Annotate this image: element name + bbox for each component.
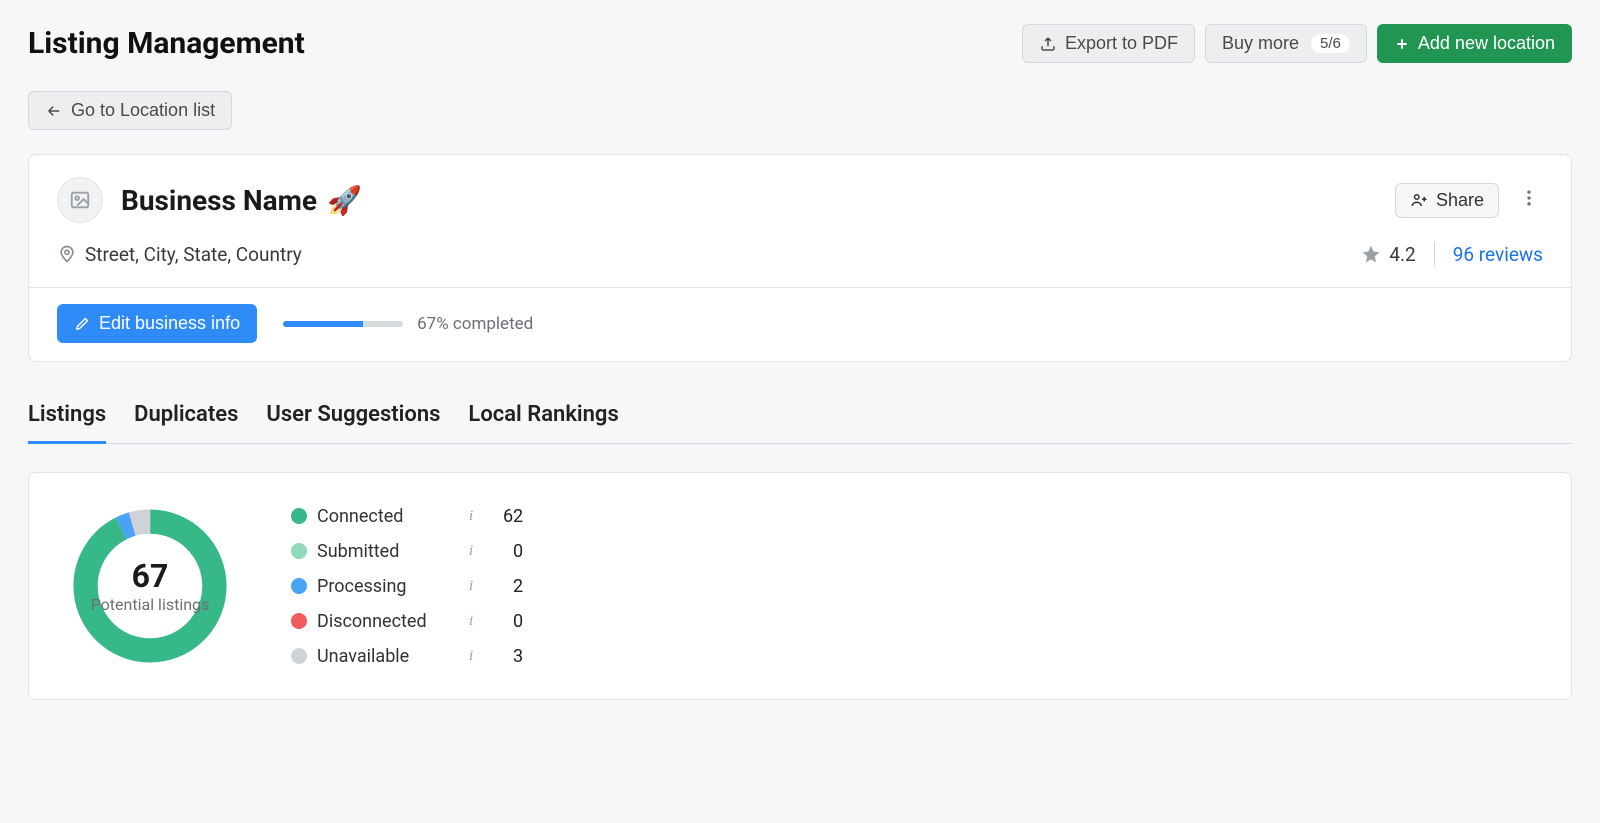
completion-progress: 67% completed (283, 314, 533, 334)
page-title: Listing Management (28, 26, 305, 61)
tab-local-rankings[interactable]: Local Rankings (468, 392, 618, 444)
legend-label: Disconnected (317, 611, 457, 632)
add-location-label: Add new location (1418, 33, 1555, 54)
legend-row-submitted: Submitted i0 (291, 541, 523, 562)
info-icon[interactable]: i (469, 508, 473, 525)
legend-label: Connected (317, 506, 457, 527)
listings-stats-card: 67 Potential listings Connected i 62 Submit… (28, 472, 1572, 700)
export-icon (1039, 35, 1057, 53)
address-text: Street, City, State, Country (85, 243, 302, 266)
legend-value: 0 (483, 541, 523, 562)
legend-dot (291, 543, 307, 559)
business-card: Business Name 🚀 Share Street, City, Stat… (28, 154, 1572, 362)
tab-user-suggestions[interactable]: User Suggestions (266, 392, 440, 444)
plus-icon (1394, 36, 1410, 52)
legend-row-disconnected: Disconnected i0 (291, 611, 523, 632)
business-logo-placeholder (57, 177, 103, 223)
edit-business-button[interactable]: Edit business info (57, 304, 257, 343)
legend-dot (291, 578, 307, 594)
add-location-button[interactable]: Add new location (1377, 24, 1572, 63)
legend-label: Processing (317, 576, 457, 597)
business-name: Business Name 🚀 (121, 184, 362, 217)
location-pin-icon (57, 244, 77, 264)
info-icon[interactable]: i (469, 648, 473, 665)
legend-dot (291, 613, 307, 629)
person-add-icon (1410, 191, 1428, 209)
progress-bar (283, 321, 403, 327)
progress-label: 67% completed (417, 314, 533, 334)
go-back-label: Go to Location list (71, 100, 215, 121)
buy-more-label: Buy more (1222, 33, 1299, 54)
listings-donut-chart: 67 Potential listings (65, 501, 235, 671)
legend-row-processing: Processing i2 (291, 576, 523, 597)
info-icon[interactable]: i (469, 578, 473, 595)
donut-label: Potential listings (91, 595, 210, 614)
legend-row-unavailable: Unavailable i3 (291, 646, 523, 667)
edit-business-label: Edit business info (99, 313, 240, 334)
more-vertical-icon (1519, 188, 1539, 208)
listings-legend: Connectedi62Submittedi0Processingi2Disco… (291, 506, 523, 667)
divider (1434, 241, 1435, 267)
info-icon[interactable]: i (469, 613, 473, 630)
legend-dot (291, 508, 307, 524)
buy-more-badge: 5/6 (1311, 34, 1350, 53)
legend-row-connected: Connected i 62 (291, 506, 523, 527)
go-back-button[interactable]: Go to Location list (28, 91, 232, 130)
image-icon (69, 189, 91, 211)
buy-more-button[interactable]: Buy more 5/6 (1205, 24, 1367, 63)
header-actions: Export to PDF Buy more 5/6 Add new locat… (1022, 24, 1572, 63)
rocket-icon: 🚀 (327, 184, 362, 217)
tabs-nav: Listings Duplicates User Suggestions Local … (28, 392, 1572, 444)
tab-listings[interactable]: Listings (28, 392, 106, 444)
arrow-left-icon (45, 102, 63, 120)
legend-label: Submitted (317, 541, 457, 562)
legend-value: 2 (483, 576, 523, 597)
share-button[interactable]: Share (1395, 183, 1499, 218)
more-options-button[interactable] (1515, 184, 1543, 216)
rating-value: 4.2 (1389, 243, 1415, 266)
pencil-icon (74, 315, 91, 332)
business-name-text: Business Name (121, 184, 317, 217)
share-label: Share (1436, 190, 1484, 211)
tab-duplicates[interactable]: Duplicates (134, 392, 238, 444)
export-pdf-button[interactable]: Export to PDF (1022, 24, 1195, 63)
business-address: Street, City, State, Country (57, 243, 302, 266)
legend-label: Unavailable (317, 646, 457, 667)
legend-dot (291, 648, 307, 664)
legend-value: 0 (483, 611, 523, 632)
star-icon (1361, 244, 1381, 264)
export-pdf-label: Export to PDF (1065, 33, 1178, 54)
legend-value: 62 (483, 506, 523, 527)
reviews-link[interactable]: 96 reviews (1453, 243, 1543, 266)
legend-value: 3 (483, 646, 523, 667)
info-icon[interactable]: i (469, 543, 473, 560)
donut-total: 67 (132, 557, 169, 595)
